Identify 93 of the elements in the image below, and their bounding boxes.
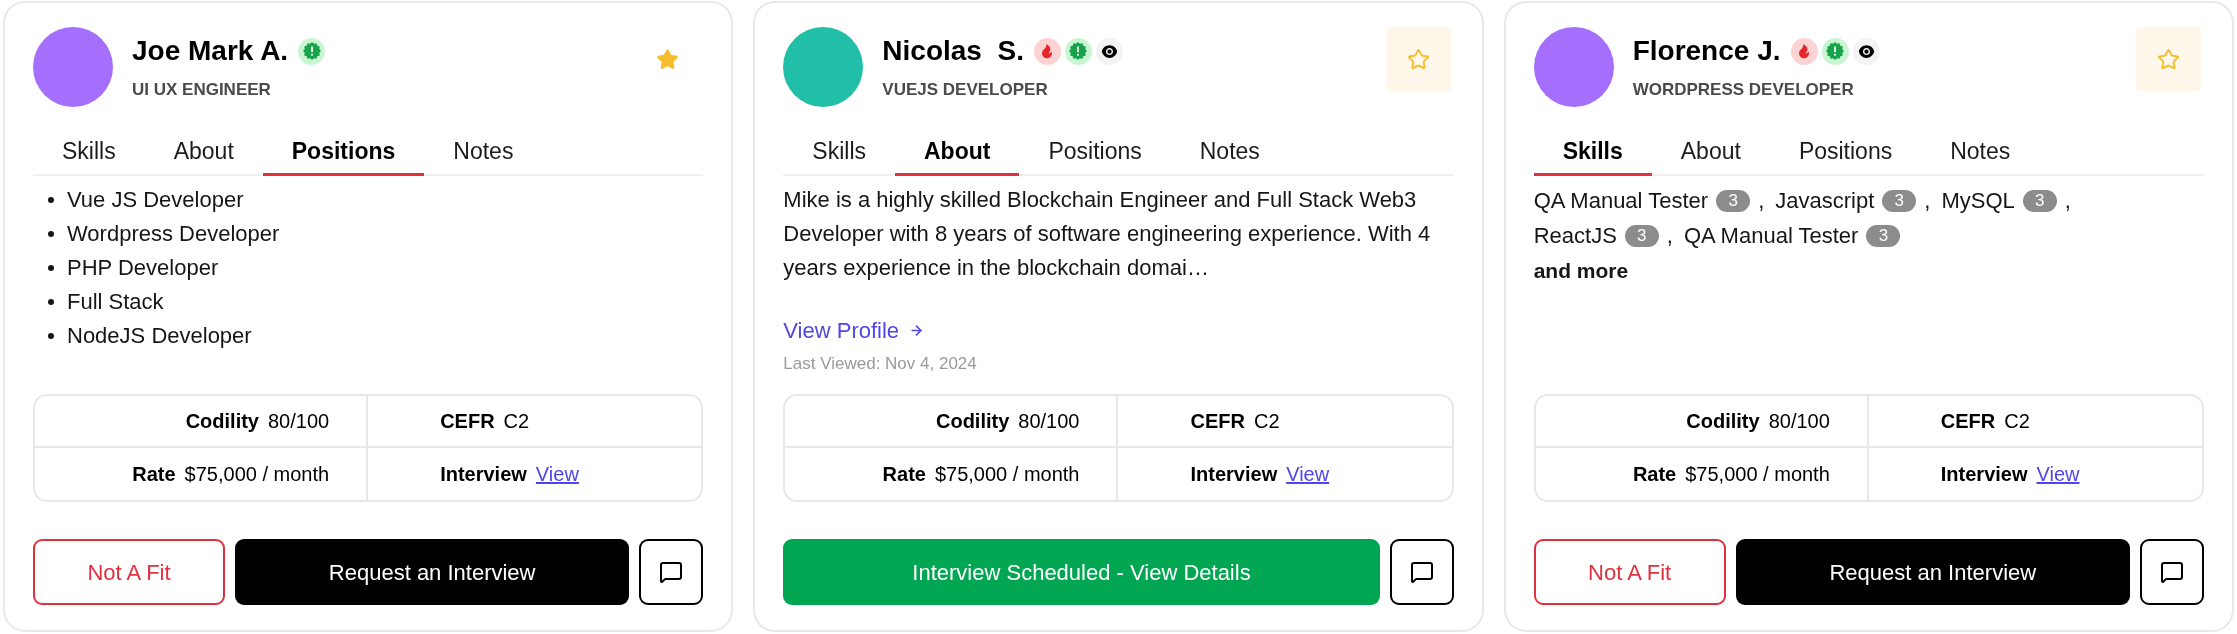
stat-value: $75,000 / month <box>1685 462 1830 487</box>
candidate-role: UI UX ENGINEER <box>132 79 272 101</box>
chat-button[interactable] <box>639 539 704 605</box>
skill-separator: , <box>1924 187 1931 215</box>
tab[interactable]: Positions <box>1019 133 1171 176</box>
skill-count-badge: 3 <box>1866 224 1901 247</box>
arrow-right-icon <box>909 322 925 338</box>
tab[interactable]: Skills <box>33 133 145 176</box>
skill-name: MySQL <box>1941 187 2015 215</box>
verified-badge-icon <box>1821 37 1849 65</box>
position-item: Full Stack <box>67 288 164 316</box>
stat-value: C2 <box>1253 409 1280 434</box>
verified-badge-icon <box>298 37 326 65</box>
candidate-name: Florence J. <box>1632 37 1781 65</box>
stat-label: CEFR <box>1940 409 1996 434</box>
star-button[interactable] <box>2136 27 2201 91</box>
chat-icon <box>659 560 684 584</box>
flame-icon <box>1033 37 1061 65</box>
stat-value: 80/100 <box>268 409 330 434</box>
stat-value: $75,000 / month <box>934 462 1080 487</box>
skill-count-badge: 3 <box>1624 224 1659 247</box>
tab[interactable]: Skills <box>1533 133 1652 176</box>
skill-separator: , <box>1758 187 1765 215</box>
position-item: PHP Developer <box>67 254 219 282</box>
star-icon <box>656 47 680 71</box>
not-a-fit-button[interactable]: Not A Fit <box>1533 539 1726 605</box>
eye-icon <box>1852 37 1880 65</box>
eye-icon <box>1095 37 1123 65</box>
more-text: and more <box>1533 258 1630 284</box>
bullet-icon <box>48 265 54 271</box>
stat-label: Interview <box>440 462 527 487</box>
chat-button[interactable] <box>2140 539 2204 605</box>
candidate-name: Nicolas S. <box>882 37 1024 65</box>
interview-view-link[interactable]: View <box>1286 459 1330 489</box>
bullet-icon <box>48 299 54 305</box>
star-button[interactable] <box>1385 27 1451 91</box>
skill-separator: , <box>1666 222 1673 250</box>
star-icon <box>2157 47 2180 71</box>
position-item: NodeJS Developer <box>67 322 252 350</box>
skill-name: QA Manual Tester <box>1533 187 1709 215</box>
stat-label: Rate <box>882 462 926 487</box>
stat-value: C2 <box>503 409 530 434</box>
stat-label: Interview <box>1940 462 2028 487</box>
request-interview-button[interactable]: Request an Interview <box>1735 539 2130 605</box>
tab[interactable]: About <box>1651 133 1770 176</box>
stat-value: $75,000 / month <box>184 462 330 487</box>
candidate-name: Joe Mark A. <box>132 37 289 65</box>
tab[interactable]: About <box>895 133 1020 176</box>
chat-button[interactable] <box>1389 539 1454 605</box>
star-icon <box>1406 47 1430 71</box>
interview-view-link[interactable]: View <box>535 459 579 489</box>
stat-value: 80/100 <box>1018 409 1080 434</box>
stat-label: Codility <box>935 409 1010 434</box>
skill-name: ReactJS <box>1533 222 1617 250</box>
skill-name: QA Manual Tester <box>1683 222 1859 250</box>
tab[interactable]: Positions <box>262 133 425 176</box>
stat-label: Rate <box>1632 462 1677 487</box>
stat-label: Interview <box>1190 462 1278 487</box>
verified-badge-icon <box>1064 37 1092 65</box>
tab[interactable]: Positions <box>1769 133 1922 176</box>
stat-label: CEFR <box>440 409 495 434</box>
stat-label: Rate <box>132 462 176 487</box>
tab[interactable]: Notes <box>1170 133 1289 176</box>
tab[interactable]: Notes <box>1921 133 2040 176</box>
stat-value: C2 <box>2004 409 2030 434</box>
skill-count-badge: 3 <box>1882 189 1917 212</box>
chat-icon <box>2160 560 2184 584</box>
stat-label: CEFR <box>1190 409 1245 434</box>
tab[interactable]: About <box>144 133 263 176</box>
skill-count-badge: 3 <box>1716 189 1751 212</box>
skill-separator: , <box>2064 187 2071 215</box>
stat-value: 80/100 <box>1768 409 1830 434</box>
candidate-role: WORDPRESS DEVELOPER <box>1632 79 1855 101</box>
skill-name: Javascript <box>1775 187 1875 215</box>
stat-label: Codility <box>1686 409 1760 434</box>
bullet-icon <box>48 197 54 203</box>
not-a-fit-button[interactable]: Not A Fit <box>33 539 225 605</box>
interview-view-link[interactable]: View <box>2036 459 2080 489</box>
last-viewed-text: Last Viewed: Nov 4, 2024 <box>783 353 977 375</box>
stat-label: Codility <box>185 409 259 434</box>
tab[interactable]: Skills <box>783 133 895 176</box>
view-profile-link[interactable]: View Profile <box>783 313 925 347</box>
bullet-icon <box>48 333 54 339</box>
request-interview-button[interactable]: Request an Interview <box>235 539 630 605</box>
about-text: Mike is a highly skilled Blockchain Engineer and Full Stack Web3 Developer with 8 years of software engineering experience. With 4 years experience in the blockchain domai… <box>783 186 1432 282</box>
chat-icon <box>1409 560 1434 584</box>
flame-icon <box>1790 37 1818 65</box>
position-item: Wordpress Developer <box>67 220 280 248</box>
tab[interactable]: Notes <box>424 133 543 176</box>
position-item: Vue JS Developer <box>67 186 244 214</box>
bullet-icon <box>48 231 54 237</box>
candidate-role: VUEJS DEVELOPER <box>882 79 1049 101</box>
skill-count-badge: 3 <box>2022 189 2057 212</box>
